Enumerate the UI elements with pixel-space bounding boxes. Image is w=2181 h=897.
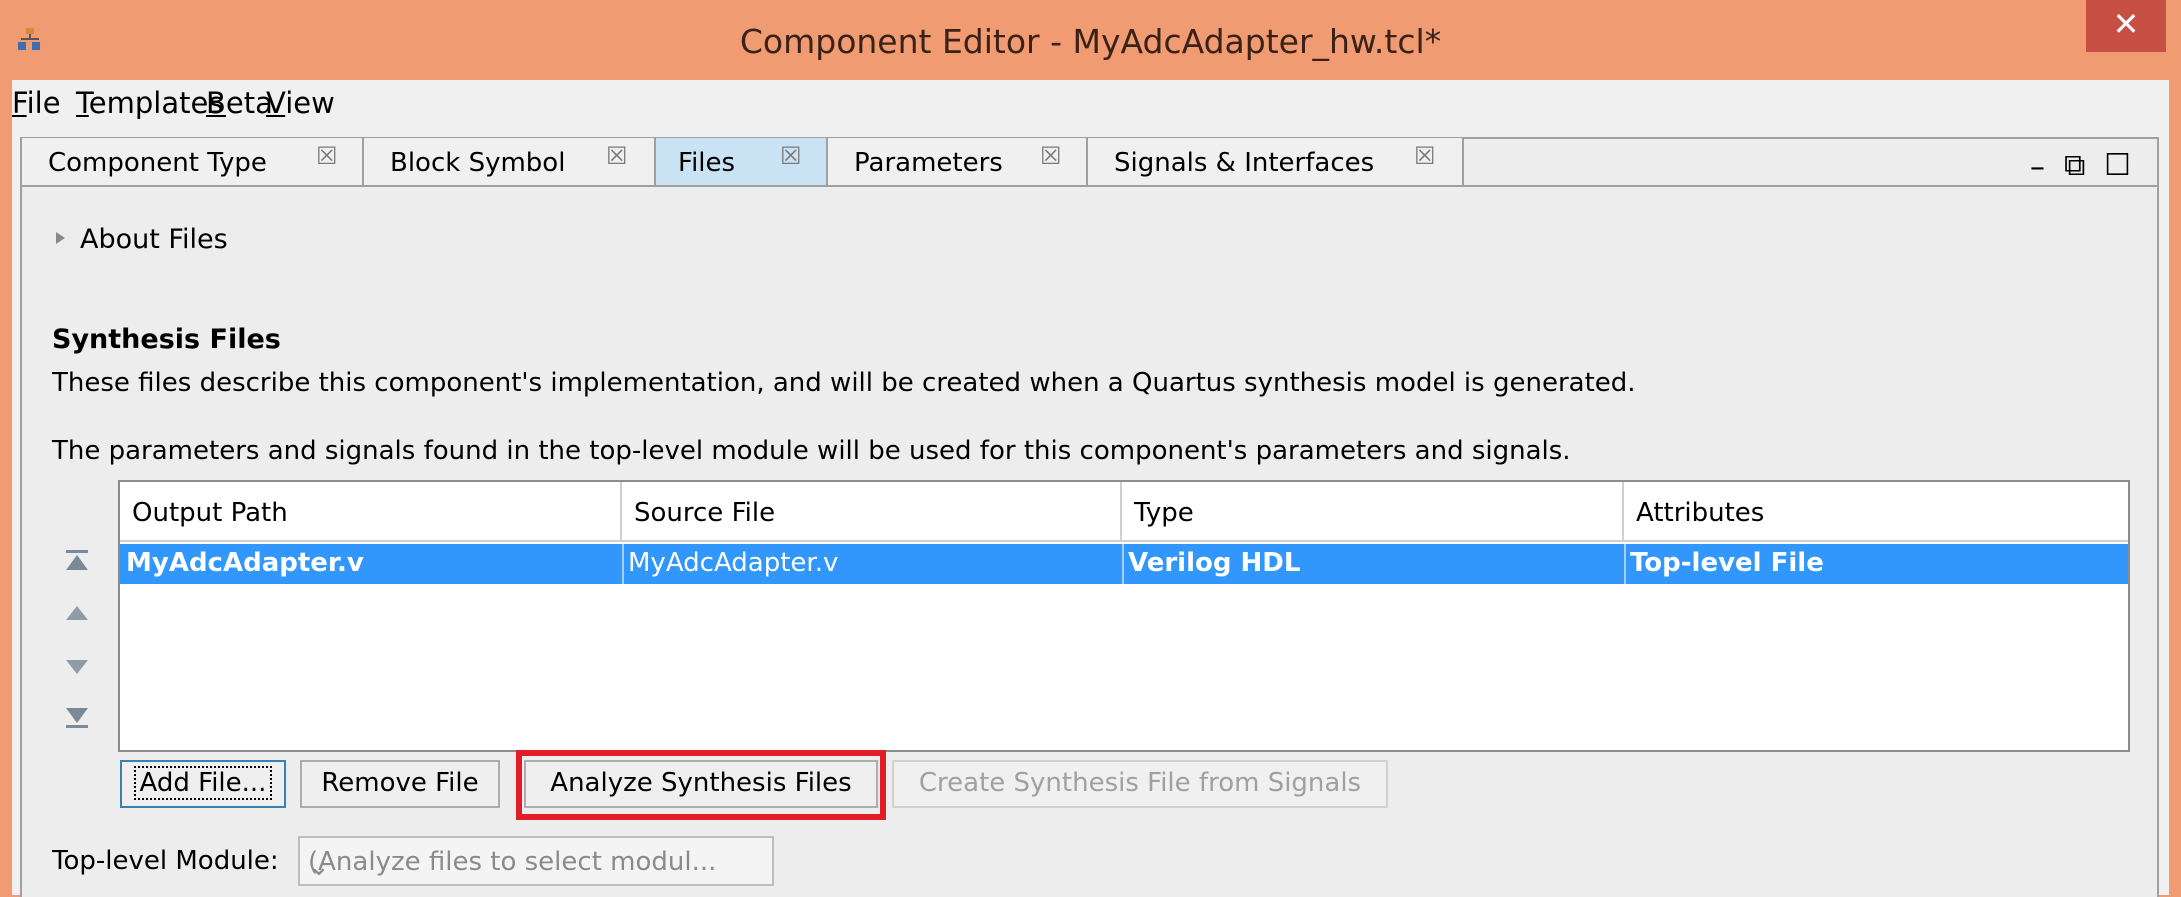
synthesis-description: These files describe this component's im… [52,368,1636,398]
tab-parameters[interactable]: Parameters ☒ [828,138,1088,186]
cell-divider [622,544,624,584]
menu-view[interactable]: View [266,86,335,120]
cell-output-path: MyAdcAdapter.v [126,548,364,578]
window-title: Component Editor - MyAdcAdapter_hw.tcl* [739,22,1442,61]
column-header-type[interactable]: Type [1122,482,1624,540]
add-file-button[interactable]: Add File... [120,760,286,808]
menu-beta[interactable]: Beta [206,86,273,120]
move-to-top-icon[interactable] [62,546,92,576]
remove-file-button[interactable]: Remove File [300,760,500,808]
close-button[interactable]: ✕ [2086,0,2166,52]
about-files-toggle[interactable]: About Files [80,224,228,255]
detach-icon[interactable]: ⧉ [2064,148,2085,183]
menu-file[interactable]: File [12,86,61,120]
tab-label: Component Type [48,148,267,178]
expand-arrow-icon[interactable] [56,232,65,244]
header-divider [120,540,2128,542]
tab-divider [20,185,2157,187]
minimize-icon[interactable]: – [2030,150,2045,185]
tab-close-icon[interactable]: ☒ [780,142,802,170]
column-header-output-path[interactable]: Output Path [120,482,622,540]
move-to-bottom-icon[interactable] [62,702,92,732]
title-bar: Component Editor - MyAdcAdapter_hw.tcl* … [0,0,2181,80]
tab-component-type[interactable]: Component Type ☒ [22,138,364,186]
cell-source-file: MyAdcAdapter.v [628,548,839,578]
column-header-attributes[interactable]: Attributes [1624,482,2126,540]
create-synthesis-file-button[interactable]: Create Synthesis File from Signals [892,760,1388,808]
tab-close-icon[interactable]: ☒ [1414,142,1436,170]
tab-label: Files [678,148,736,178]
move-up-icon[interactable] [62,598,92,628]
tab-block-symbol[interactable]: Block Symbol ☒ [364,138,656,186]
cell-attributes: Top-level File [1630,548,1824,578]
synthesis-files-table[interactable]: Output Path Source File Type Attributes … [118,480,2130,752]
tab-close-icon[interactable]: ☒ [606,142,628,170]
tab-label: Parameters [854,148,1003,178]
menu-bar: File Templates Beta View [12,80,2169,126]
tab-files[interactable]: Files ☒ [656,138,828,186]
column-header-source-file[interactable]: Source File [622,482,1122,540]
cell-divider [1624,544,1626,584]
synthesis-note: The parameters and signals found in the … [52,436,1571,466]
cell-type: Verilog HDL [1128,548,1301,578]
menu-templates[interactable]: Templates [76,86,223,120]
maximize-icon[interactable]: ☐ [2104,148,2131,183]
tab-label: Block Symbol [390,148,566,178]
chevron-down-icon: ⌄ [308,852,330,882]
tab-close-icon[interactable]: ☒ [1040,142,1062,170]
tab-close-icon[interactable]: ☒ [316,142,338,170]
cell-divider [1122,544,1124,584]
top-level-module-label: Top-level Module: [52,846,279,876]
tab-label: Signals & Interfaces [1114,148,1375,178]
section-title: Synthesis Files [52,324,281,355]
highlight-box [516,750,886,820]
move-down-icon[interactable] [62,652,92,682]
tab-signals-interfaces[interactable]: Signals & Interfaces ☒ [1088,138,1464,186]
top-level-module-select[interactable]: (Analyze files to select modul... ⌄ [298,836,774,886]
table-row[interactable]: MyAdcAdapter.v MyAdcAdapter.v Verilog HD… [120,544,2128,584]
